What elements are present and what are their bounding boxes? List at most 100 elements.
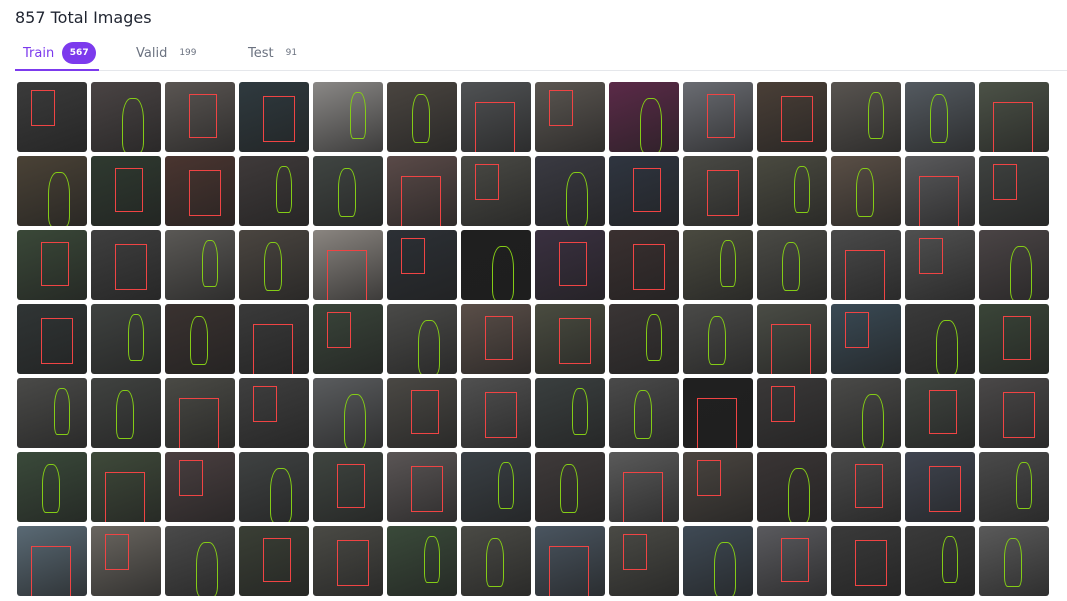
image-thumbnail[interactable]: [313, 156, 383, 226]
image-thumbnail[interactable]: [387, 378, 457, 448]
image-thumbnail[interactable]: [905, 378, 975, 448]
image-thumbnail[interactable]: [461, 156, 531, 226]
image-thumbnail[interactable]: [239, 526, 309, 596]
image-thumbnail[interactable]: [239, 304, 309, 374]
image-thumbnail[interactable]: [905, 452, 975, 522]
image-thumbnail[interactable]: [683, 378, 753, 448]
image-thumbnail[interactable]: [313, 378, 383, 448]
image-thumbnail[interactable]: [239, 156, 309, 226]
image-thumbnail[interactable]: [461, 526, 531, 596]
image-thumbnail[interactable]: [831, 156, 901, 226]
image-thumbnail[interactable]: [609, 452, 679, 522]
image-thumbnail[interactable]: [535, 378, 605, 448]
image-thumbnail[interactable]: [979, 156, 1049, 226]
image-thumbnail[interactable]: [91, 230, 161, 300]
image-thumbnail[interactable]: [17, 304, 87, 374]
image-thumbnail[interactable]: [905, 526, 975, 596]
image-thumbnail[interactable]: [239, 378, 309, 448]
image-thumbnail[interactable]: [535, 156, 605, 226]
image-thumbnail[interactable]: [387, 526, 457, 596]
image-thumbnail[interactable]: [905, 304, 975, 374]
tab-valid[interactable]: Valid 199: [136, 36, 197, 70]
image-thumbnail[interactable]: [905, 230, 975, 300]
image-thumbnail[interactable]: [387, 452, 457, 522]
image-thumbnail[interactable]: [461, 304, 531, 374]
image-thumbnail[interactable]: [239, 230, 309, 300]
image-thumbnail[interactable]: [757, 230, 827, 300]
image-thumbnail[interactable]: [313, 230, 383, 300]
image-thumbnail[interactable]: [461, 82, 531, 152]
image-thumbnail[interactable]: [609, 378, 679, 448]
image-thumbnail[interactable]: [461, 230, 531, 300]
image-thumbnail[interactable]: [165, 304, 235, 374]
image-thumbnail[interactable]: [683, 526, 753, 596]
image-thumbnail[interactable]: [461, 452, 531, 522]
image-thumbnail[interactable]: [91, 526, 161, 596]
image-thumbnail[interactable]: [535, 452, 605, 522]
image-thumbnail[interactable]: [757, 82, 827, 152]
image-thumbnail[interactable]: [165, 452, 235, 522]
image-thumbnail[interactable]: [831, 230, 901, 300]
image-thumbnail[interactable]: [683, 230, 753, 300]
image-thumbnail[interactable]: [609, 230, 679, 300]
tab-test[interactable]: Test 91: [248, 36, 297, 70]
image-thumbnail[interactable]: [609, 526, 679, 596]
image-thumbnail[interactable]: [757, 526, 827, 596]
image-thumbnail[interactable]: [313, 304, 383, 374]
image-thumbnail[interactable]: [91, 378, 161, 448]
image-thumbnail[interactable]: [91, 82, 161, 152]
image-thumbnail[interactable]: [239, 82, 309, 152]
image-thumbnail[interactable]: [905, 156, 975, 226]
image-thumbnail[interactable]: [91, 304, 161, 374]
image-thumbnail[interactable]: [683, 452, 753, 522]
image-thumbnail[interactable]: [387, 304, 457, 374]
image-thumbnail[interactable]: [979, 230, 1049, 300]
image-thumbnail[interactable]: [683, 304, 753, 374]
image-thumbnail[interactable]: [831, 304, 901, 374]
image-thumbnail[interactable]: [17, 230, 87, 300]
image-thumbnail[interactable]: [17, 378, 87, 448]
image-thumbnail[interactable]: [165, 526, 235, 596]
image-thumbnail[interactable]: [609, 82, 679, 152]
image-thumbnail[interactable]: [757, 378, 827, 448]
image-thumbnail[interactable]: [757, 156, 827, 226]
image-thumbnail[interactable]: [683, 156, 753, 226]
image-thumbnail[interactable]: [239, 452, 309, 522]
image-thumbnail[interactable]: [757, 304, 827, 374]
image-thumbnail[interactable]: [387, 230, 457, 300]
image-thumbnail[interactable]: [683, 82, 753, 152]
image-thumbnail[interactable]: [535, 230, 605, 300]
image-thumbnail[interactable]: [609, 156, 679, 226]
image-thumbnail[interactable]: [387, 156, 457, 226]
image-thumbnail[interactable]: [535, 82, 605, 152]
image-thumbnail[interactable]: [461, 378, 531, 448]
image-thumbnail[interactable]: [313, 82, 383, 152]
image-thumbnail[interactable]: [757, 452, 827, 522]
image-thumbnail[interactable]: [165, 378, 235, 448]
image-thumbnail[interactable]: [387, 82, 457, 152]
image-thumbnail[interactable]: [979, 82, 1049, 152]
image-thumbnail[interactable]: [979, 304, 1049, 374]
image-thumbnail[interactable]: [831, 526, 901, 596]
image-thumbnail[interactable]: [831, 82, 901, 152]
image-thumbnail[interactable]: [979, 378, 1049, 448]
image-thumbnail[interactable]: [91, 452, 161, 522]
image-thumbnail[interactable]: [979, 452, 1049, 522]
image-thumbnail[interactable]: [17, 526, 87, 596]
image-thumbnail[interactable]: [165, 230, 235, 300]
image-thumbnail[interactable]: [17, 156, 87, 226]
image-thumbnail[interactable]: [535, 304, 605, 374]
image-thumbnail[interactable]: [313, 452, 383, 522]
image-thumbnail[interactable]: [905, 82, 975, 152]
image-thumbnail[interactable]: [831, 452, 901, 522]
image-thumbnail[interactable]: [979, 526, 1049, 596]
image-thumbnail[interactable]: [535, 526, 605, 596]
image-thumbnail[interactable]: [165, 82, 235, 152]
image-thumbnail[interactable]: [313, 526, 383, 596]
image-thumbnail[interactable]: [609, 304, 679, 374]
image-thumbnail[interactable]: [165, 156, 235, 226]
image-thumbnail[interactable]: [17, 452, 87, 522]
image-thumbnail[interactable]: [91, 156, 161, 226]
image-thumbnail[interactable]: [831, 378, 901, 448]
tab-train[interactable]: Train 567: [15, 36, 99, 71]
